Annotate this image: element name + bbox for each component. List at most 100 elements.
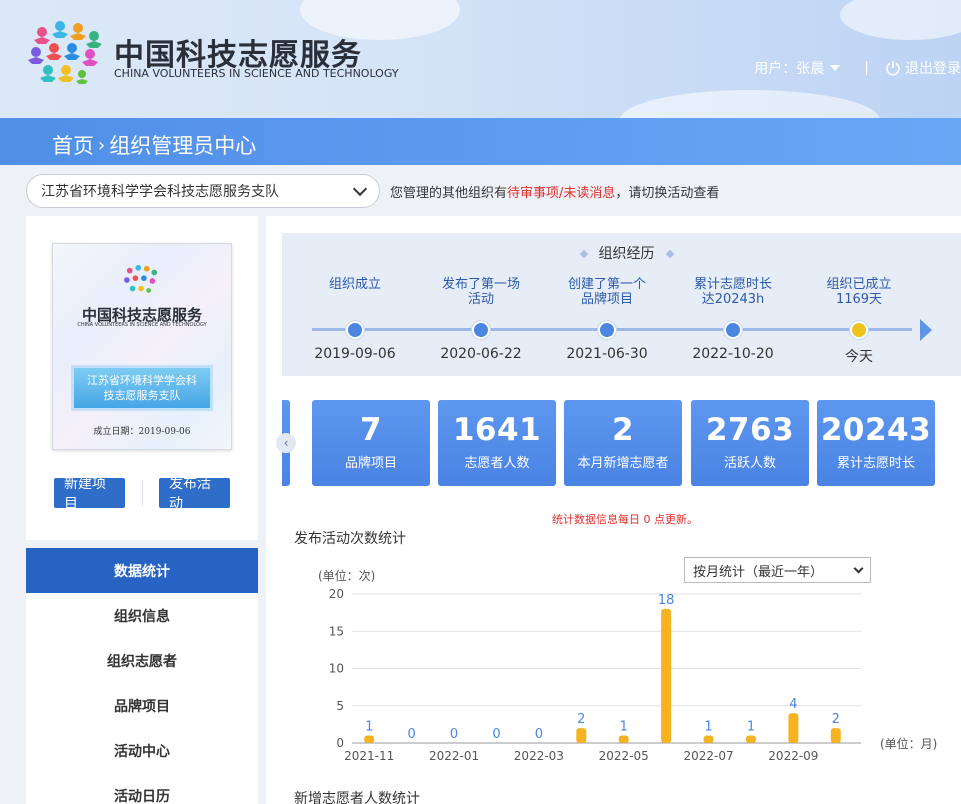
- chevron-right-icon: ›: [98, 134, 106, 156]
- timeline-node-today: [850, 321, 868, 339]
- user-name: 用户：张晨: [754, 61, 825, 77]
- stats-carousel: 7 品牌项目 1641 志愿者人数 2 本月新增志愿者 2763 活跃人数 20…: [282, 400, 961, 486]
- diamond-icon: [579, 249, 588, 259]
- chart-bar: [576, 728, 587, 743]
- timeline-event-date: 2022-10-20: [692, 346, 774, 362]
- chart-data-label: 0: [492, 727, 500, 742]
- breadcrumb-current: 组织管理员中心: [109, 134, 257, 158]
- chart-x-axis-label: (单位：月): [880, 736, 937, 751]
- timeline-event-label: 创建了第一个 品牌项目: [567, 277, 646, 307]
- org-profile-card: 中国科技志愿服务 CHINA VOLUNTEERS IN SCIENCE AND…: [26, 216, 258, 540]
- timeline-event-date: 2019-09-06: [314, 346, 396, 362]
- sidebar-item-activity-calendar[interactable]: 活动日历: [26, 773, 258, 804]
- chart-bar: [618, 735, 629, 743]
- power-icon: [886, 61, 900, 76]
- brand-subtitle: CHINA VOLUNTEERS IN SCIENCE AND TECHNOLO…: [114, 67, 399, 80]
- timeline-event-date: 2020-06-22: [440, 346, 522, 362]
- header-cloud: [620, 90, 880, 118]
- chart-y-tick-label: 0: [336, 736, 344, 750]
- org-certificate: 中国科技志愿服务 CHINA VOLUNTEERS IN SCIENCE AND…: [52, 243, 232, 450]
- chart-data-label: 1: [747, 720, 755, 735]
- org-select[interactable]: 江苏省环境科学学会科技志愿服务支队: [26, 174, 380, 208]
- certificate-subtitle: CHINA VOLUNTEERS IN SCIENCE AND TECHNOLO…: [77, 322, 207, 328]
- chart-data-label: 18: [658, 593, 675, 608]
- org-timeline: 组织经历 组织成立 2019-09-06 发布了第一场 活动 2020-06-22…: [282, 233, 961, 376]
- chart-bar: [703, 735, 714, 743]
- new-volunteers-chart-title: 新增志愿者人数统计: [294, 791, 420, 804]
- brand-logo-icon: [124, 264, 158, 293]
- breadcrumb-bar: 首页 › 组织管理员中心: [0, 118, 961, 165]
- timeline-title: 组织经历: [282, 243, 961, 263]
- chart-x-tick-label: 2022-07: [683, 749, 733, 763]
- stat-label: 志愿者人数: [464, 456, 530, 471]
- logout-button[interactable]: 退出登录: [885, 58, 961, 78]
- stat-value: 2: [611, 412, 635, 448]
- chart-x-tick-label: 2021-11: [344, 749, 394, 763]
- header-cloud: [840, 0, 961, 40]
- chart-data-label: 2: [832, 712, 840, 727]
- stat-card-new-volunteers[interactable]: 2 本月新增志愿者: [564, 400, 682, 486]
- publish-activity-button[interactable]: 发布活动: [159, 476, 230, 512]
- timeline-arrow-icon: [920, 319, 932, 341]
- chart-bar: [364, 735, 375, 743]
- stat-value: 2763: [705, 412, 795, 448]
- stat-label: 本月新增志愿者: [577, 456, 669, 471]
- sidebar-item-org-info[interactable]: 组织信息: [26, 593, 258, 638]
- breadcrumb-home[interactable]: 首页: [52, 130, 94, 160]
- org-select-value: 江苏省环境科学学会科技志愿服务支队: [41, 184, 279, 200]
- site-header: 中国科技志愿服务 CHINA VOLUNTEERS IN SCIENCE AND…: [0, 0, 961, 118]
- timeline-event-date: 今天: [845, 349, 873, 365]
- chart-y-tick-label: 10: [329, 662, 344, 676]
- chart-data-label: 1: [620, 720, 628, 735]
- chart-data-label: 1: [365, 720, 373, 735]
- stat-label: 活跃人数: [723, 456, 776, 471]
- chevron-left-icon: ‹: [283, 436, 289, 450]
- activity-bar-chart: (单位：次)051015201 0 0 0 02 1181 1422021-11 2022-0…: [318, 568, 937, 763]
- timeline-event-date: 2021-06-30: [566, 346, 648, 362]
- chart-x-tick-label: 2022-01: [429, 749, 479, 763]
- sidebar-item-data-stats[interactable]: 数据统计: [26, 548, 258, 593]
- timeline-event-label: 组织已成立 1169天: [826, 277, 892, 307]
- stat-card-brand-projects[interactable]: 7 品牌项目: [312, 400, 430, 486]
- stat-card-volunteers[interactable]: 1641 志愿者人数: [438, 400, 556, 486]
- user-area: 用户：张晨 | 退出登录: [754, 58, 961, 78]
- chart-x-tick-label: 2022-05: [599, 749, 649, 763]
- chart-data-label: 1: [704, 720, 712, 735]
- timeline-node: [472, 321, 490, 339]
- timeline-event-label: 发布了第一场 活动: [441, 277, 520, 307]
- sidebar-item-brand-projects[interactable]: 品牌项目: [26, 683, 258, 728]
- chart-y-tick-label: 20: [329, 587, 344, 601]
- carousel-prev-button[interactable]: ‹: [276, 433, 296, 453]
- stat-label: 累计志愿时长: [836, 456, 915, 471]
- chart-bar: [788, 713, 799, 743]
- chart-data-label: 4: [789, 697, 797, 712]
- chart-bar: [830, 728, 841, 743]
- sidebar-item-org-volunteers[interactable]: 组织志愿者: [26, 638, 258, 683]
- timeline-node: [346, 321, 364, 339]
- chart-data-label: 0: [407, 727, 415, 742]
- user-menu[interactable]: 用户：张晨: [754, 58, 841, 78]
- chart-x-tick-label: 2022-03: [514, 749, 564, 763]
- chart-bar: [661, 608, 672, 743]
- header-separator: |: [864, 60, 869, 76]
- chart-data-label: 0: [450, 727, 458, 742]
- certificate-org-line1: 江苏省环境科学学会科: [87, 374, 197, 387]
- timeline-title-text: 组织经历: [598, 246, 655, 262]
- org-hint-suffix: ，请切换活动查看: [615, 186, 720, 201]
- timeline-event-label: 累计志愿时长 达20243h: [693, 277, 772, 307]
- activity-chart-title: 发布活动次数统计: [294, 531, 406, 547]
- stat-card-active-users[interactable]: 2763 活跃人数: [691, 400, 809, 486]
- breadcrumb: 首页 › 组织管理员中心: [52, 130, 256, 160]
- caret-down-icon: [830, 65, 841, 71]
- stat-card-total-hours[interactable]: 20243 累计志愿时长: [817, 400, 935, 486]
- chart-y-axis-label: (单位：次): [318, 568, 375, 583]
- timeline-node: [598, 321, 616, 339]
- sidebar-item-activity-center[interactable]: 活动中心: [26, 728, 258, 773]
- org-hint-red[interactable]: 待审事项/未读消息: [507, 186, 615, 201]
- chart-bar: [745, 735, 756, 743]
- diamond-icon: [665, 249, 674, 259]
- chart-y-tick-label: 5: [336, 699, 344, 713]
- certificate-date: 成立日期：2019-09-06: [93, 427, 191, 437]
- certificate-org-name: 江苏省环境科学学会科 技志愿服务支队: [74, 368, 210, 408]
- new-project-button[interactable]: 新建项目: [54, 476, 125, 512]
